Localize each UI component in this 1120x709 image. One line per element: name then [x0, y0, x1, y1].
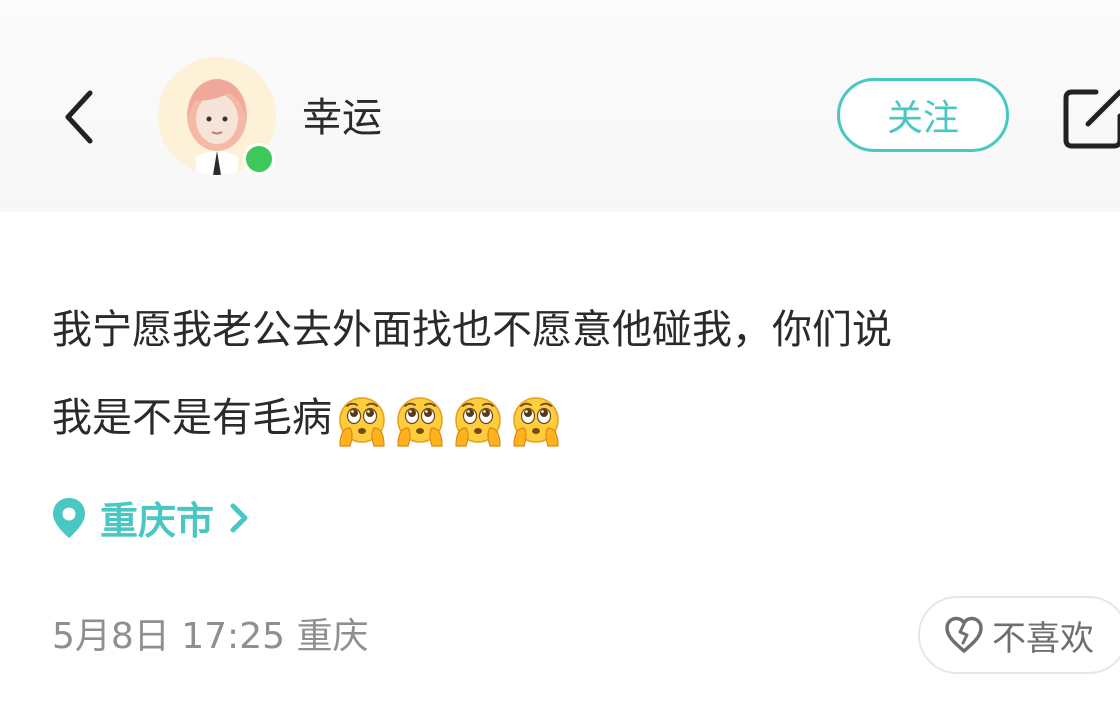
post-text-line-1: 我宁愿我老公去外面找也不愿意他碰我，你们说	[52, 307, 892, 353]
username[interactable]: 幸运	[302, 92, 382, 144]
pleading-face-icon	[455, 397, 501, 447]
chevron-right-icon	[230, 503, 248, 532]
location-link[interactable]: 重庆市	[50, 490, 254, 545]
post-timestamp: 5月8日 17:25 重庆	[52, 616, 369, 657]
share-icon	[1063, 89, 1120, 149]
pleading-face-icon	[397, 397, 443, 447]
emoji-group	[334, 376, 566, 464]
post-content: 我宁愿我老公去外面找也不愿意他碰我，你们说 我是不是有毛病	[52, 286, 1112, 464]
back-button[interactable]	[52, 82, 108, 152]
location-pin-icon	[53, 497, 85, 538]
share-button[interactable]	[1062, 82, 1120, 152]
follow-button[interactable]: 关注	[837, 78, 1009, 152]
dislike-label: 不喜欢	[992, 618, 1094, 659]
chevron-left-icon	[65, 90, 93, 144]
post-header: 幸运 关注	[0, 0, 1120, 212]
post-text-line-2-text: 我是不是有毛病	[52, 395, 332, 441]
location-label: 重庆市	[100, 499, 215, 543]
post-detail-page: 幸运 关注 我宁愿我老公去外面找也不愿意他碰我，你们说 我是不是有毛病 重庆市 …	[0, 0, 1120, 709]
pleading-face-icon	[513, 397, 559, 447]
dislike-button[interactable]: 不喜欢	[918, 596, 1120, 674]
post-text-line-2: 我是不是有毛病	[52, 374, 1112, 464]
pleading-face-icon	[339, 397, 385, 447]
online-status-dot	[243, 143, 275, 175]
broken-heart-icon	[945, 616, 983, 653]
